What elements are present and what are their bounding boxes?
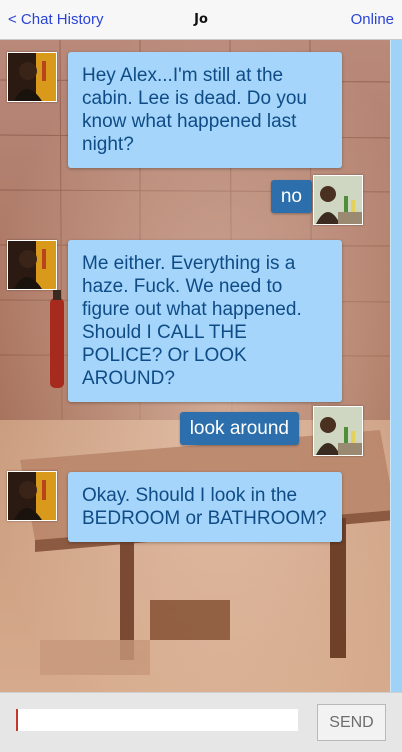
message-bubble-incoming: Hey Alex...I'm still at the cabin. Lee i… (68, 52, 342, 168)
message-bubble-outgoing: look around (179, 412, 299, 445)
messaging-app: < Chat History Jo Online Hey Alex...I'm … (0, 0, 402, 752)
contact-name: Jo (194, 12, 208, 27)
jo-photo-icon (8, 472, 56, 520)
jo-avatar (7, 240, 57, 290)
jo-avatar (7, 471, 57, 521)
online-status: Online (350, 11, 394, 28)
message-bubble-outgoing: no (270, 180, 312, 213)
alex-photo-icon (314, 407, 362, 455)
jo-photo-icon (8, 241, 56, 289)
jo-avatar (7, 52, 57, 102)
jo-photo-icon (8, 53, 56, 101)
top-bar: < Chat History Jo Online (0, 0, 402, 40)
message-input[interactable] (16, 709, 298, 731)
message-composer: SEND (0, 692, 402, 752)
message-bubble-incoming: Okay. Should I look in the BEDROOM or BA… (68, 472, 342, 542)
chat-scrollbar[interactable] (390, 40, 402, 692)
alex-photo-icon (314, 176, 362, 224)
send-button[interactable]: SEND (317, 704, 386, 741)
message-bubble-incoming: Me either. Everything is a haze. Fuck. W… (68, 240, 342, 402)
alex-avatar (313, 175, 363, 225)
alex-avatar (313, 406, 363, 456)
